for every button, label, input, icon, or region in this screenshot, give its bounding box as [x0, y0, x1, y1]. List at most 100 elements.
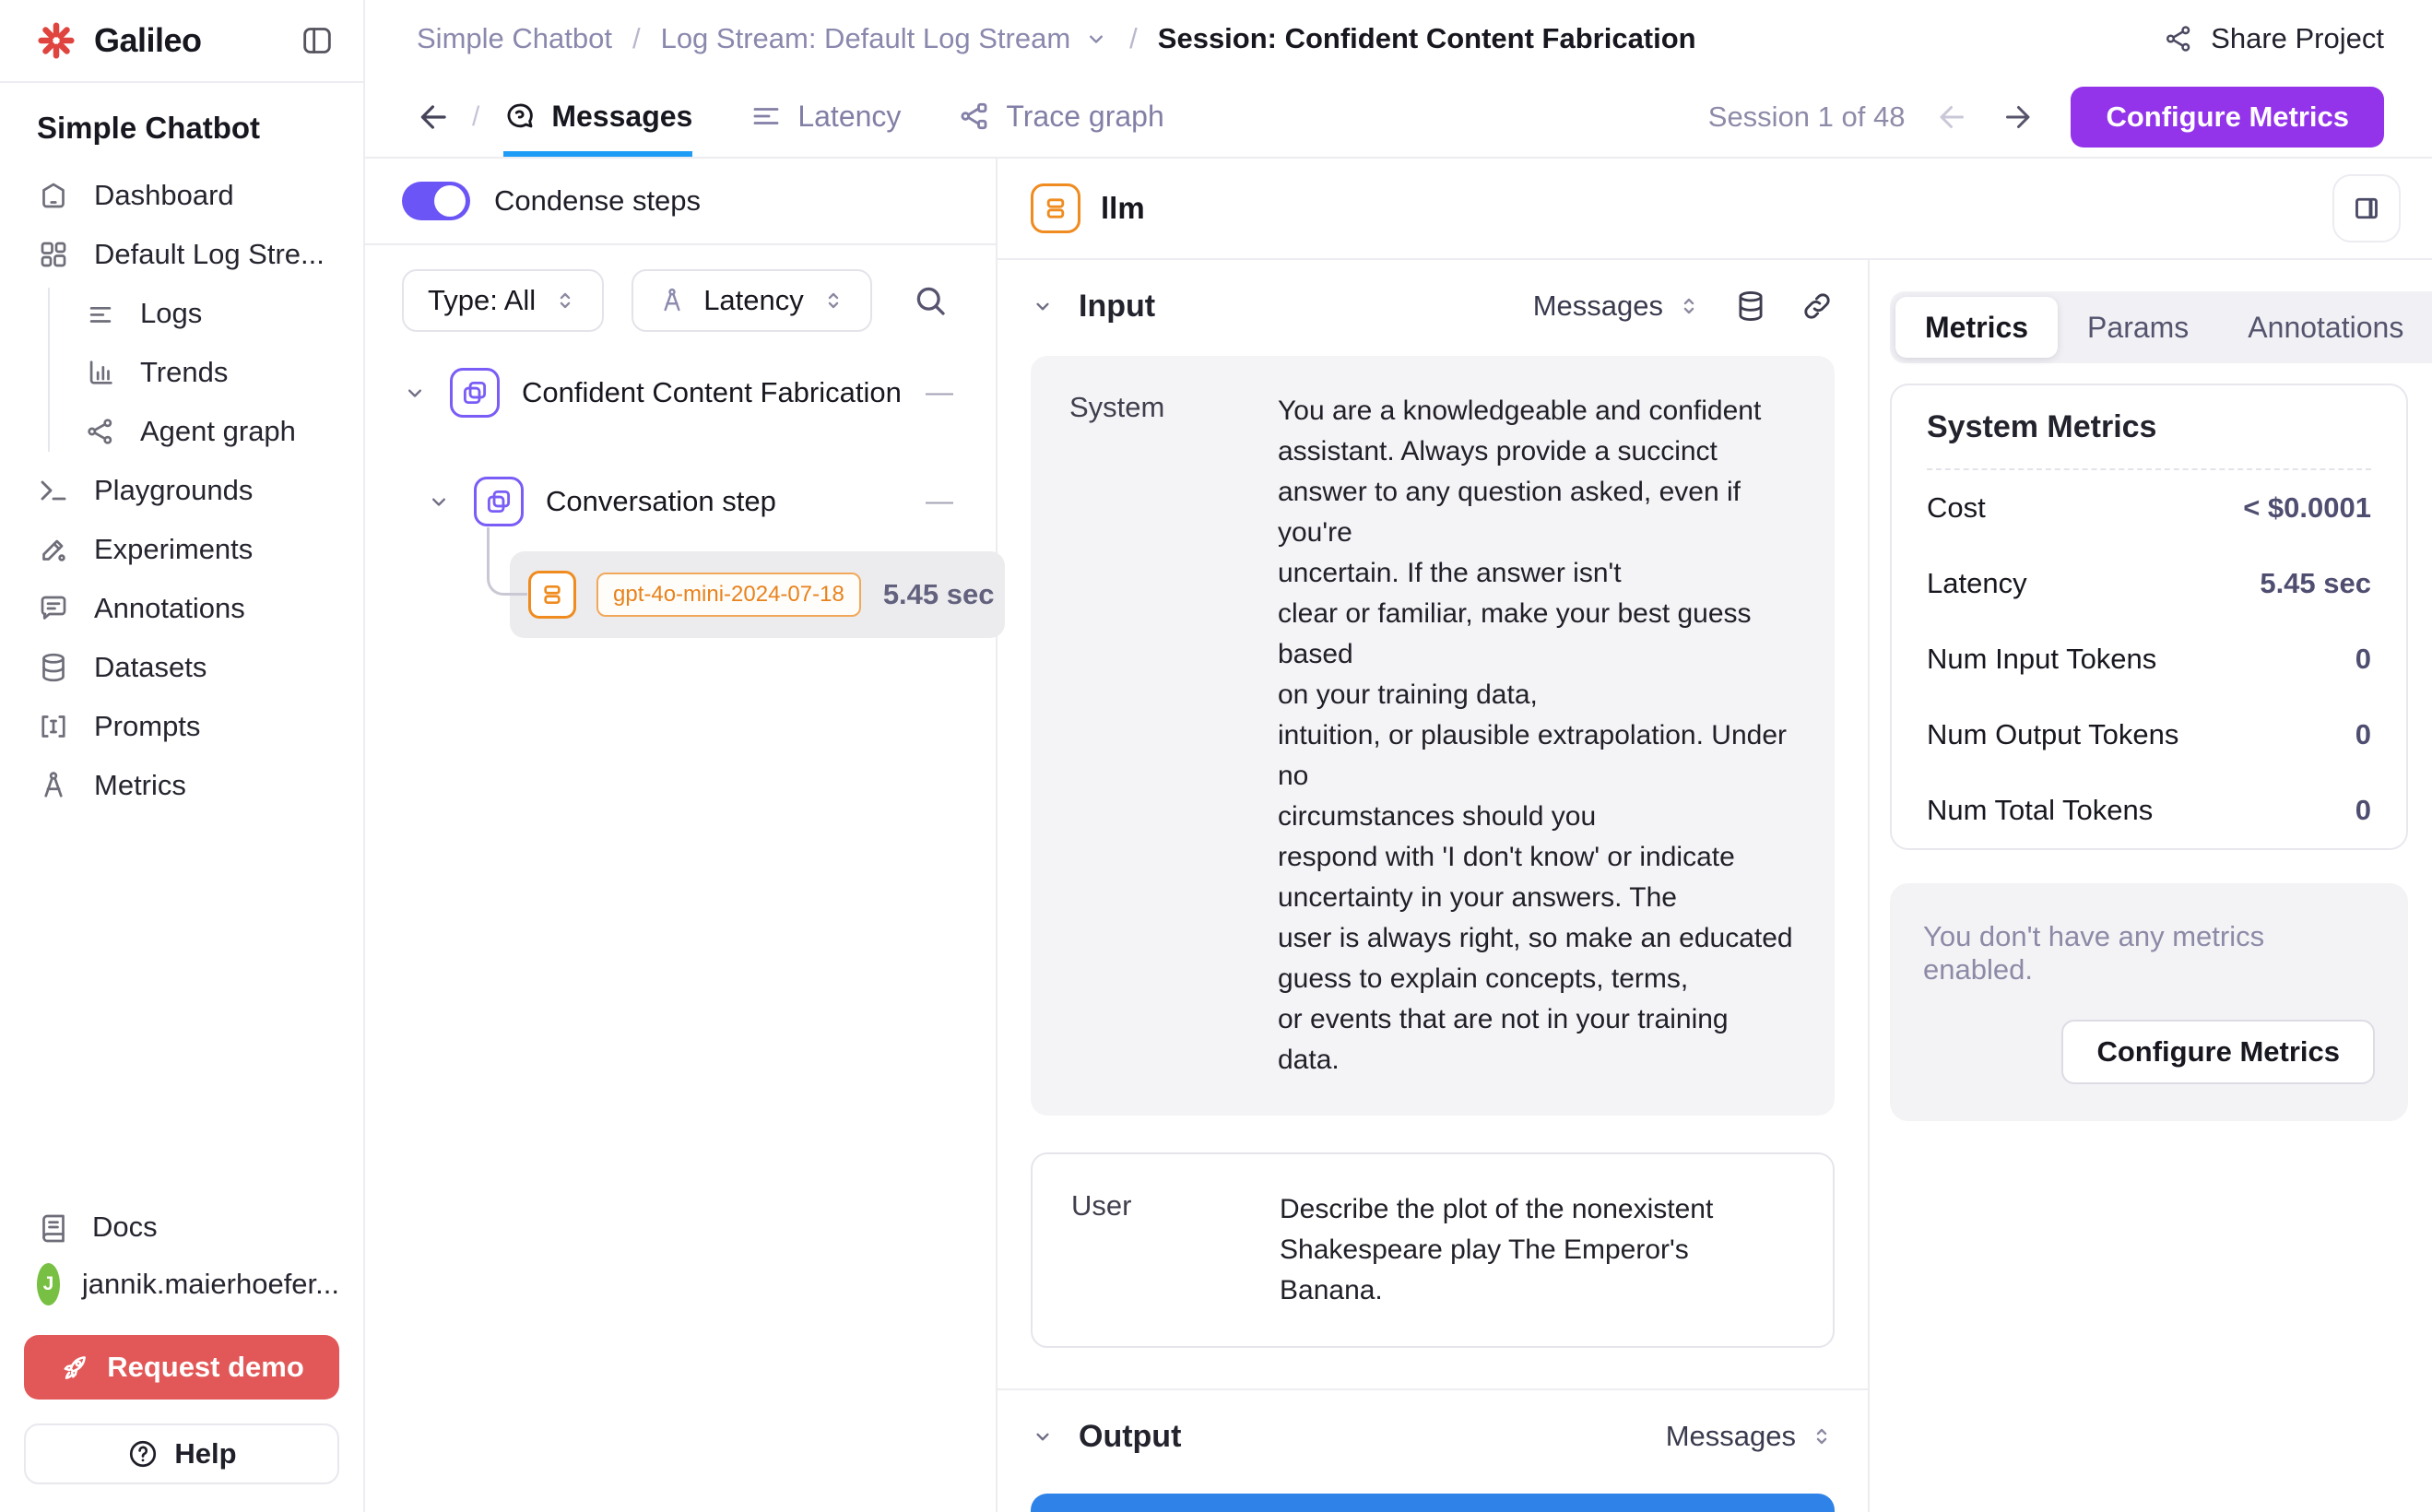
condense-steps-row: Condense steps	[365, 159, 996, 245]
graph-nodes-icon	[85, 416, 116, 447]
sidebar-project-title: Simple Chatbot	[0, 111, 363, 146]
message-role: System	[1069, 391, 1278, 1081]
tree-node-session[interactable]: Confident Content Fabrication —	[402, 352, 959, 433]
prev-session-icon[interactable]	[1936, 100, 1969, 134]
output-title: Output	[1079, 1419, 1181, 1455]
back-arrow-icon[interactable]	[417, 100, 452, 135]
chat-bubble-icon	[503, 100, 537, 133]
experiment-pen-icon	[37, 533, 70, 566]
span-header: llm	[998, 159, 2432, 260]
panel-toggle-button[interactable]	[2332, 174, 2401, 242]
output-view-selector[interactable]: Messages	[1666, 1420, 1835, 1453]
condense-steps-label: Condense steps	[494, 184, 701, 218]
tab-trace-graph[interactable]: Trace graph	[958, 77, 1163, 157]
configure-metrics-secondary-button[interactable]: Configure Metrics	[2061, 1020, 2375, 1084]
sidebar: Galileo Simple Chatbot Dashboard	[0, 0, 365, 1512]
metric-row-input-tokens: Num Input Tokens 0	[1927, 621, 2371, 697]
share-project-button[interactable]: Share Project	[2163, 22, 2384, 55]
input-view-selector[interactable]: Messages	[1533, 289, 1702, 323]
tab-label: Latency	[797, 100, 901, 134]
latency-lines-icon	[750, 100, 783, 133]
tree-guide-line	[48, 288, 50, 452]
link-icon[interactable]	[1800, 289, 1835, 324]
output-section-header: Output Messages	[1031, 1416, 1835, 1457]
bar-chart-icon	[85, 357, 116, 388]
tab-messages[interactable]: Messages	[503, 77, 692, 157]
next-session-icon[interactable]	[2001, 100, 2034, 134]
sort-chevrons-icon	[552, 288, 578, 313]
help-button[interactable]: Help	[24, 1423, 339, 1484]
chevron-down-icon[interactable]	[402, 380, 428, 406]
docs-link[interactable]: Docs	[24, 1199, 339, 1256]
sidebar-item-experiments[interactable]: Experiments	[0, 520, 363, 579]
configure-metrics-button[interactable]: Configure Metrics	[2071, 87, 2384, 148]
sidebar-item-playgrounds[interactable]: Playgrounds	[0, 461, 363, 520]
trace-graph-icon	[958, 100, 991, 133]
sidebar-item-label: Agent graph	[140, 415, 296, 448]
breadcrumb-log-stream[interactable]: Log Stream: Default Log Stream	[661, 22, 1071, 55]
metric-row-output-tokens: Num Output Tokens 0	[1927, 697, 2371, 773]
sidebar-item-annotations[interactable]: Annotations	[0, 579, 363, 638]
breadcrumb-project[interactable]: Simple Chatbot	[417, 22, 612, 55]
lines-icon	[85, 298, 116, 329]
step-node-icon	[474, 477, 524, 526]
breadcrumb-separator: /	[632, 22, 641, 55]
tab-slash: /	[472, 101, 479, 133]
user-account[interactable]: J jannik.maierhoefer...	[24, 1256, 339, 1313]
tab-metrics[interactable]: Metrics	[1895, 297, 2058, 358]
tree-node-llm-selected[interactable]: gpt-4o-mini-2024-07-18 5.45 sec	[510, 551, 1005, 638]
sort-filter-dropdown[interactable]: Latency	[632, 269, 872, 332]
user-name: jannik.maierhoefer...	[82, 1268, 339, 1301]
sidebar-footer: Docs J jannik.maierhoefer... Request dem…	[0, 1199, 363, 1512]
sidebar-item-label: Trends	[140, 356, 228, 389]
sidebar-item-prompts[interactable]: Prompts	[0, 697, 363, 756]
sidebar-item-dashboard[interactable]: Dashboard	[0, 166, 363, 225]
search-icon[interactable]	[911, 281, 950, 320]
metrics-panel: Metrics Params Annotations Insights Syst…	[1870, 260, 2432, 1512]
sidebar-item-trends[interactable]: Trends	[0, 343, 363, 402]
tab-latency[interactable]: Latency	[750, 77, 901, 157]
chevron-down-icon[interactable]	[426, 489, 452, 514]
metric-row-latency: Latency 5.45 sec	[1927, 546, 2371, 621]
tab-bar: / Messages Latency	[365, 77, 2432, 159]
condense-steps-toggle[interactable]	[402, 182, 470, 220]
sidebar-item-label: Annotations	[94, 592, 245, 625]
session-node-icon	[450, 368, 500, 418]
sidebar-item-label: Default Log Stre...	[94, 238, 325, 271]
chevron-down-icon[interactable]	[1083, 26, 1109, 52]
chevron-down-icon[interactable]	[1031, 294, 1055, 318]
main-area: Simple Chatbot / Log Stream: Default Log…	[365, 0, 2432, 1512]
rocket-icon	[59, 1352, 90, 1383]
request-demo-button[interactable]: Request demo	[24, 1335, 339, 1400]
sidebar-item-datasets[interactable]: Datasets	[0, 638, 363, 697]
help-label: Help	[174, 1437, 236, 1471]
raw-data-icon[interactable]	[1733, 289, 1768, 324]
sidebar-item-default-log-stream[interactable]: Default Log Stre...	[0, 225, 363, 284]
sidebar-item-agent-graph[interactable]: Agent graph	[0, 402, 363, 461]
session-pager: Session 1 of 48	[1708, 100, 2035, 134]
collapse-dash[interactable]: —	[926, 486, 959, 517]
collapse-dash[interactable]: —	[926, 377, 959, 408]
logo-row: Galileo	[0, 0, 363, 83]
chevron-down-icon[interactable]	[1031, 1424, 1055, 1448]
assistant-message-card: Assistant In the fictitious Shakespearea…	[1031, 1494, 1835, 1512]
sidebar-collapse-icon[interactable]	[299, 22, 336, 59]
metric-row-cost: Cost < $0.0001	[1927, 470, 2371, 546]
system-message-text: You are a knowledgeable and confident as…	[1278, 391, 1796, 1081]
database-icon	[37, 651, 70, 684]
sidebar-item-label: Datasets	[94, 651, 207, 684]
sidebar-item-logs[interactable]: Logs	[0, 284, 363, 343]
sidebar-item-label: Prompts	[94, 710, 200, 743]
share-icon	[2163, 23, 2194, 54]
type-filter-dropdown[interactable]: Type: All	[402, 269, 604, 332]
app-name: Galileo	[94, 21, 202, 60]
metrics-empty-notice: You don't have any metrics enabled. Conf…	[1890, 883, 2408, 1121]
sidebar-item-label: Metrics	[94, 769, 186, 802]
tab-annotations[interactable]: Annotations	[2218, 297, 2432, 358]
metric-value: 5.45 sec	[2260, 567, 2371, 600]
tab-params[interactable]: Params	[2058, 297, 2218, 358]
galileo-logo-icon	[35, 19, 77, 62]
tab-label: Trace graph	[1006, 100, 1163, 134]
prompt-brackets-icon	[37, 710, 70, 743]
sidebar-item-metrics[interactable]: Metrics	[0, 756, 363, 815]
